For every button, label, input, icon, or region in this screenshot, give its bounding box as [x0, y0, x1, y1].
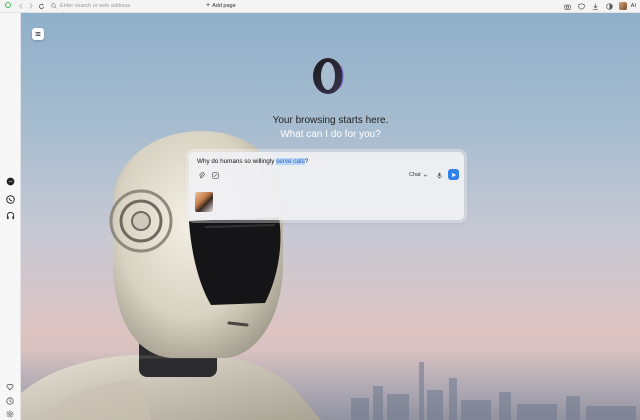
add-page-label: Add page: [212, 3, 236, 9]
attached-image-thumbnail[interactable]: [195, 192, 213, 212]
headphones-icon[interactable]: [5, 210, 15, 220]
back-icon[interactable]: [16, 1, 26, 11]
camera-icon[interactable]: [563, 1, 573, 11]
ai-chat-box: Why do humans so willingly serve cats? C…: [189, 152, 464, 220]
attach-button[interactable]: [197, 171, 206, 180]
download-icon[interactable]: [591, 1, 601, 11]
prompt-selected-text: serve cats: [276, 158, 305, 165]
shield-icon[interactable]: [577, 1, 587, 11]
reload-icon[interactable]: [36, 1, 46, 11]
screenshot-button[interactable]: [211, 171, 220, 180]
status-indicator-icon: [5, 2, 11, 8]
avatar[interactable]: [618, 2, 627, 10]
opera-logo-icon: [313, 58, 344, 94]
menu-button[interactable]: [32, 28, 44, 40]
forward-icon[interactable]: [26, 1, 36, 11]
whatsapp-icon[interactable]: [5, 194, 15, 204]
chat-mode-dropdown[interactable]: Chat: [409, 172, 428, 178]
prompt-text-end: ?: [304, 158, 309, 165]
plus-icon: +: [206, 2, 211, 9]
hero-headline: Your browsing starts here.: [272, 115, 389, 126]
address-input[interactable]: Enter search or web address: [60, 3, 130, 9]
settings-icon[interactable]: [5, 409, 15, 419]
menu-icon: [35, 32, 41, 36]
chat-prompt-input[interactable]: Why do humans so willingly serve cats?: [197, 158, 308, 165]
chevron-down-icon: [423, 174, 427, 177]
messenger-icon[interactable]: [5, 176, 15, 186]
sidebar: [0, 13, 21, 420]
browser-toolbar: Enter search or web address + Add page A…: [0, 0, 640, 13]
send-icon: [451, 172, 456, 177]
search-icon: [50, 1, 57, 11]
ai-label[interactable]: AI: [631, 3, 636, 9]
hero-subline: What can I do for you?: [280, 129, 381, 140]
add-page-button[interactable]: + Add page: [206, 2, 236, 9]
voice-input-button[interactable]: [435, 171, 444, 180]
clock-icon[interactable]: [5, 396, 15, 406]
microphone-icon: [437, 172, 442, 179]
chat-mode-label: Chat: [409, 172, 421, 178]
start-page: Your browsing starts here. What can I do…: [21, 13, 640, 420]
snapshot-icon: [212, 172, 219, 179]
send-button[interactable]: [448, 169, 459, 180]
paperclip-icon: [199, 172, 205, 179]
contrast-icon[interactable]: [605, 1, 615, 11]
address-bar[interactable]: Enter search or web address: [50, 1, 140, 11]
prompt-text: Why do humans so willingly: [197, 158, 277, 165]
heart-icon[interactable]: [5, 382, 15, 392]
